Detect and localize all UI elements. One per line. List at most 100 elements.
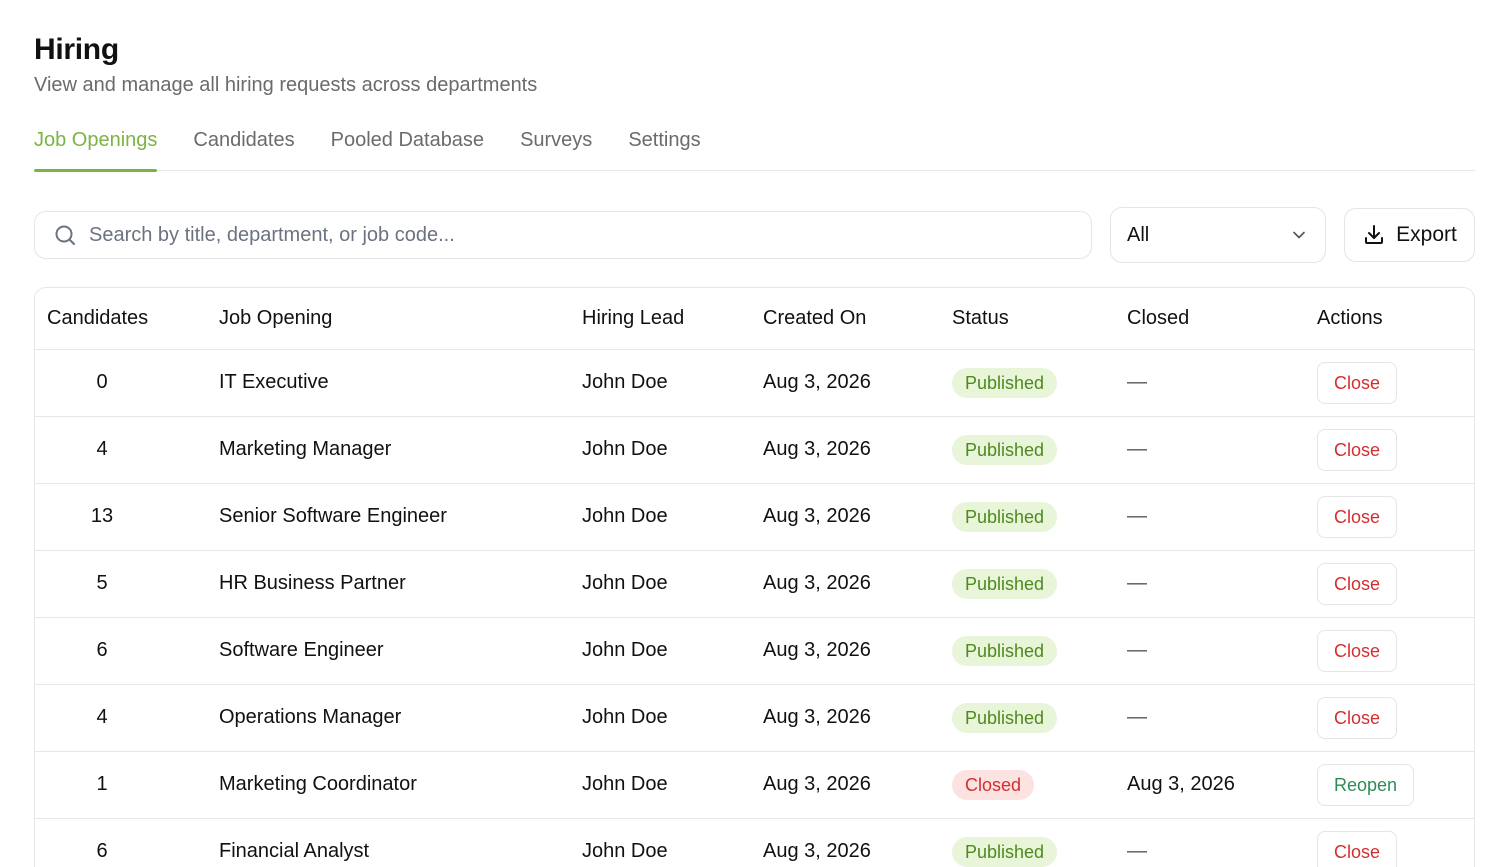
candidate-count[interactable]: 4 bbox=[35, 438, 169, 461]
col-header-actions: Actions bbox=[1317, 288, 1474, 350]
actions-cell: Close bbox=[1317, 416, 1474, 484]
job-opening-link[interactable]: Marketing Coordinator bbox=[219, 773, 417, 795]
status-cell: Published bbox=[952, 617, 1127, 685]
close-button[interactable]: Close bbox=[1317, 495, 1398, 538]
candidate-count[interactable]: 1 bbox=[35, 773, 169, 796]
status-badge: Published bbox=[952, 836, 1058, 867]
candidates-cell: 6 bbox=[35, 818, 219, 867]
status-cell: Published bbox=[952, 684, 1127, 752]
table-row: 5 HR Business Partner John Doe Aug 3, 2026 P… bbox=[35, 550, 1474, 618]
candidate-count[interactable]: 5 bbox=[35, 572, 169, 595]
actions-cell: Close bbox=[1317, 617, 1474, 685]
job-opening-link[interactable]: IT Executive bbox=[219, 371, 329, 393]
job-opening-cell: Software Engineer bbox=[219, 617, 582, 685]
chevron-down-icon bbox=[1293, 231, 1305, 239]
job-opening-link[interactable]: Marketing Manager bbox=[219, 438, 391, 460]
actions-cell: Close bbox=[1317, 349, 1474, 417]
status-badge: Published bbox=[952, 568, 1058, 599]
job-opening-cell: Operations Manager bbox=[219, 684, 582, 752]
search-icon bbox=[55, 225, 75, 245]
created-on-cell: Aug 3, 2026 bbox=[763, 416, 952, 484]
actions-cell: Close bbox=[1317, 550, 1474, 618]
job-opening-link[interactable]: Operations Manager bbox=[219, 706, 401, 728]
job-opening-link[interactable]: Senior Software Engineer bbox=[219, 505, 447, 527]
created-on-cell: Aug 3, 2026 bbox=[763, 684, 952, 752]
status-cell: Published bbox=[952, 349, 1127, 417]
hiring-lead-cell: John Doe bbox=[582, 818, 763, 867]
closed-date: — bbox=[1127, 706, 1147, 728]
tab-surveys[interactable]: Surveys bbox=[520, 124, 592, 171]
closed-date-cell: — bbox=[1127, 416, 1317, 484]
closed-date-cell: — bbox=[1127, 349, 1317, 417]
export-label: Export bbox=[1396, 223, 1457, 246]
closed-date: — bbox=[1127, 572, 1147, 594]
actions-cell: Close bbox=[1317, 684, 1474, 752]
status-badge: Closed bbox=[952, 769, 1035, 800]
status-cell: Published bbox=[952, 550, 1127, 618]
closed-date-cell: — bbox=[1127, 550, 1317, 618]
export-button[interactable]: Export bbox=[1344, 208, 1475, 262]
candidate-count[interactable]: 6 bbox=[35, 639, 169, 662]
close-button[interactable]: Close bbox=[1317, 629, 1398, 672]
candidates-cell: 6 bbox=[35, 617, 219, 685]
close-button[interactable]: Close bbox=[1317, 428, 1398, 471]
tab-job-openings[interactable]: Job Openings bbox=[34, 124, 158, 172]
table-row: 4 Operations Manager John Doe Aug 3, 2026 Pu… bbox=[35, 684, 1474, 752]
status-filter-select[interactable]: All bbox=[1110, 207, 1326, 263]
job-opening-cell: Financial Analyst bbox=[219, 818, 582, 867]
page-subtitle: View and manage all hiring requests acro… bbox=[34, 74, 538, 96]
hiring-lead-cell: John Doe bbox=[582, 617, 763, 685]
table-body: 0 IT Executive John Doe Aug 3, 2026 Publishe… bbox=[35, 349, 1474, 867]
created-on-cell: Aug 3, 2026 bbox=[763, 617, 952, 685]
created-on-cell: Aug 3, 2026 bbox=[763, 550, 952, 618]
tab-settings[interactable]: Settings bbox=[628, 124, 700, 171]
closed-date: — bbox=[1127, 438, 1147, 460]
actions-cell: Close bbox=[1317, 483, 1474, 551]
closed-date-cell: — bbox=[1127, 818, 1317, 867]
candidates-cell: 5 bbox=[35, 550, 219, 618]
closed-date-cell: — bbox=[1127, 617, 1317, 685]
candidates-cell: 13 bbox=[35, 483, 219, 551]
tab-pooled-database[interactable]: Pooled Database bbox=[331, 124, 484, 171]
candidate-count[interactable]: 0 bbox=[35, 371, 169, 394]
status-badge: Published bbox=[952, 434, 1058, 465]
table-row: 1 Marketing Coordinator John Doe Aug 3, 202… bbox=[35, 751, 1474, 819]
closed-date-cell: — bbox=[1127, 684, 1317, 752]
table-row: 13 Senior Software Engineer John Doe Aug 3,… bbox=[35, 483, 1474, 551]
candidate-count[interactable]: 13 bbox=[35, 505, 169, 528]
close-button[interactable]: Close bbox=[1317, 830, 1398, 867]
status-badge: Published bbox=[952, 367, 1058, 398]
col-header-closed: Closed bbox=[1127, 288, 1317, 350]
candidate-count[interactable]: 6 bbox=[35, 840, 169, 863]
reopen-button[interactable]: Reopen bbox=[1317, 763, 1415, 806]
table-row: 6 Software Engineer John Doe Aug 3, 2026 Pub… bbox=[35, 617, 1474, 685]
created-on-cell: Aug 3, 2026 bbox=[763, 349, 952, 417]
search-input[interactable] bbox=[89, 215, 1091, 255]
actions-cell: Reopen bbox=[1317, 751, 1474, 819]
job-openings-table: Candidates Job Opening Hiring Lead Creat… bbox=[34, 287, 1475, 867]
job-opening-link[interactable]: Software Engineer bbox=[219, 639, 384, 661]
job-opening-link[interactable]: Financial Analyst bbox=[219, 840, 369, 862]
page-title: Hiring bbox=[34, 33, 119, 66]
close-button[interactable]: Close bbox=[1317, 361, 1398, 404]
status-cell: Published bbox=[952, 818, 1127, 867]
closed-date-cell: Aug 3, 2026 bbox=[1127, 751, 1317, 819]
status-badge: Published bbox=[952, 702, 1058, 733]
close-button[interactable]: Close bbox=[1317, 696, 1398, 739]
hiring-lead-cell: John Doe bbox=[582, 349, 763, 417]
candidates-cell: 4 bbox=[35, 416, 219, 484]
status-cell: Published bbox=[952, 483, 1127, 551]
hiring-lead-cell: John Doe bbox=[582, 483, 763, 551]
closed-date: — bbox=[1127, 840, 1147, 862]
candidate-count[interactable]: 4 bbox=[35, 706, 169, 729]
tab-candidates[interactable]: Candidates bbox=[193, 124, 294, 171]
status-badge: Published bbox=[952, 501, 1058, 532]
hiring-lead-cell: John Doe bbox=[582, 684, 763, 752]
job-opening-link[interactable]: HR Business Partner bbox=[219, 572, 406, 594]
status-cell: Published bbox=[952, 416, 1127, 484]
close-button[interactable]: Close bbox=[1317, 562, 1398, 605]
hiring-lead-cell: John Doe bbox=[582, 550, 763, 618]
closed-date-cell: — bbox=[1127, 483, 1317, 551]
hiring-lead-cell: John Doe bbox=[582, 416, 763, 484]
candidates-cell: 4 bbox=[35, 684, 219, 752]
